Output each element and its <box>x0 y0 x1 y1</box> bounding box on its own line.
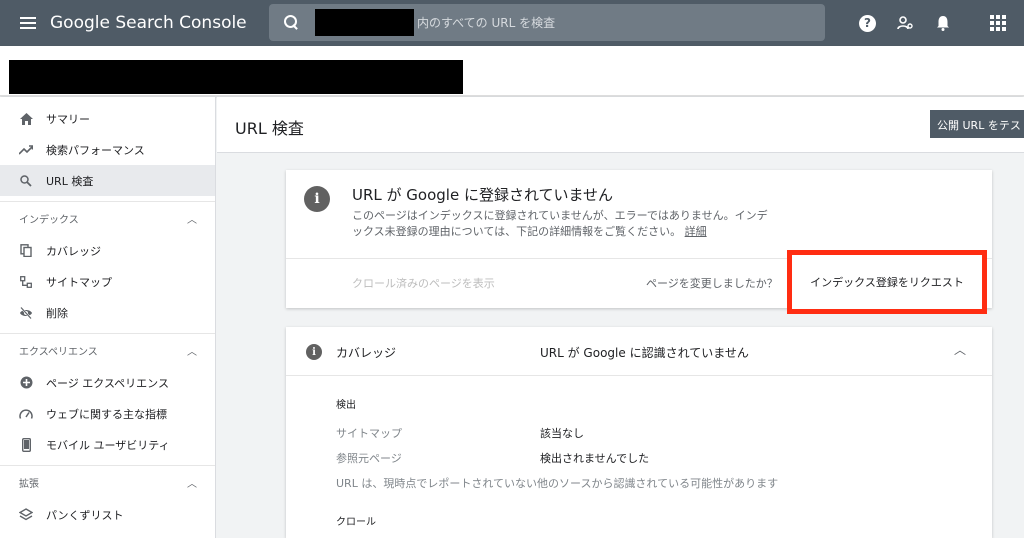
sidebar-item-label: サイトマップ <box>46 275 112 289</box>
speed-gauge-icon <box>19 407 33 421</box>
sidebar-item-mobile-usability[interactable]: モバイル ユーザビリティ <box>0 429 215 460</box>
menu-icon[interactable] <box>18 13 38 33</box>
sidebar-item-core-web-vitals[interactable]: ウェブに関する主な指標 <box>0 398 215 429</box>
coverage-label: カバレッジ <box>336 346 397 360</box>
page-changed-question: ページを変更しましたか？ <box>646 277 778 290</box>
sidebar-section-enhancements[interactable]: 拡張 ︿ <box>0 465 215 499</box>
sitemap-icon <box>19 275 33 289</box>
discovery-note: URL は、現時点でレポートされていない他のソースから認識されている可能性があり… <box>336 477 779 490</box>
sidebar-section-index[interactable]: インデックス ︿ <box>0 201 215 235</box>
request-indexing-label: インデックス登録をリクエスト <box>810 276 964 289</box>
help-icon[interactable]: ? <box>859 14 876 32</box>
apps-grid-icon[interactable] <box>990 15 1006 31</box>
smartphone-icon <box>19 437 33 452</box>
discovery-section-title: 検出 <box>336 400 356 411</box>
sidebar-item-sitemaps[interactable]: サイトマップ <box>0 266 215 297</box>
section-title: インデックス <box>19 215 79 226</box>
section-title: 拡張 <box>19 479 39 490</box>
chevron-up-icon: ︿ <box>187 215 197 226</box>
manage-users-icon[interactable] <box>896 14 914 32</box>
referrer-value: 検出されませんでした <box>540 452 650 465</box>
sidebar-item-label: パンくずリスト <box>46 508 124 522</box>
add-circle-icon <box>19 376 33 390</box>
info-icon: i <box>306 344 322 360</box>
search-bar[interactable] <box>269 4 825 41</box>
sidebar-item-label: 検索パフォーマンス <box>46 143 145 157</box>
notifications-icon[interactable] <box>934 14 952 32</box>
property-selector-row <box>0 46 1024 96</box>
app-brand[interactable]: Google Search Console <box>50 13 247 33</box>
sidebar-item-performance[interactable]: 検索パフォーマンス <box>0 134 215 165</box>
sidebar-item-coverage[interactable]: カバレッジ <box>0 235 215 266</box>
sidebar: サマリー 検索パフォーマンス URL 検査 インデックス ︿ カバレッジ サイト… <box>0 97 216 538</box>
section-title: エクスペリエンス <box>19 347 98 358</box>
top-app-bar: Google Search Console ? <box>0 0 1024 46</box>
sitemap-value: 該当なし <box>540 427 584 440</box>
coverage-header[interactable]: i カバレッジ URL が Google に認識されていません ︿ <box>286 327 992 376</box>
sidebar-item-label: ウェブに関する主な指標 <box>46 407 167 421</box>
trending-up-icon <box>19 143 33 157</box>
sidebar-item-label: 削除 <box>46 306 68 320</box>
sidebar-item-page-experience[interactable]: ページ エクスペリエンス <box>0 367 215 398</box>
main-header: URL 検査 公開 URL をテスト <box>217 97 1024 153</box>
index-status-title: URL が Google に登録されていません <box>352 186 614 204</box>
search-icon[interactable] <box>284 15 299 30</box>
index-status-description: このページはインデックスに登録されていませんが、エラーではありません。インデック… <box>352 208 772 240</box>
details-link[interactable]: 詳細 <box>685 225 707 238</box>
sidebar-item-removals[interactable]: 削除 <box>0 297 215 328</box>
sidebar-item-label: サマリー <box>46 112 90 126</box>
layers-icon <box>19 508 33 522</box>
chevron-up-icon[interactable]: ︿ <box>954 341 966 358</box>
redacted-property-name <box>315 9 414 36</box>
coverage-card: i カバレッジ URL が Google に認識されていません ︿ 検出 サイト… <box>286 327 992 538</box>
home-icon <box>19 112 33 126</box>
referrer-key: 参照元ページ <box>336 452 402 465</box>
sidebar-item-breadcrumbs[interactable]: パンくずリスト <box>0 499 215 530</box>
info-icon: i <box>304 186 330 212</box>
search-icon <box>19 174 33 188</box>
sidebar-item-label: URL 検査 <box>46 174 94 188</box>
visibility-off-icon <box>19 306 33 320</box>
copy-icon <box>19 244 33 258</box>
request-indexing-button[interactable]: インデックス登録をリクエスト <box>787 250 987 314</box>
sidebar-item-summary[interactable]: サマリー <box>0 103 215 134</box>
chevron-up-icon: ︿ <box>187 347 197 358</box>
view-crawled-page-link[interactable]: クロール済みのページを表示 <box>352 275 495 291</box>
sitemap-key: サイトマップ <box>336 427 402 440</box>
search-input[interactable] <box>417 4 797 41</box>
sidebar-item-label: モバイル ユーザビリティ <box>46 438 170 452</box>
top-icons: ? <box>839 0 1006 46</box>
sidebar-item-label: ページ エクスペリエンス <box>46 376 169 390</box>
crawl-section-title: クロール <box>336 517 376 528</box>
chevron-up-icon: ︿ <box>187 479 197 490</box>
sidebar-item-url-inspection[interactable]: URL 検査 <box>0 165 215 196</box>
index-status-card: i URL が Google に登録されていません このページはインデックスに登… <box>286 170 992 314</box>
coverage-status: URL が Google に認識されていません <box>540 346 749 360</box>
redacted-property-selector[interactable] <box>9 60 463 94</box>
page-title: URL 検査 <box>235 119 304 138</box>
sidebar-item-label: カバレッジ <box>46 244 101 258</box>
sidebar-section-experience[interactable]: エクスペリエンス ︿ <box>0 333 215 367</box>
test-live-url-button[interactable]: 公開 URL をテスト <box>930 110 1024 138</box>
